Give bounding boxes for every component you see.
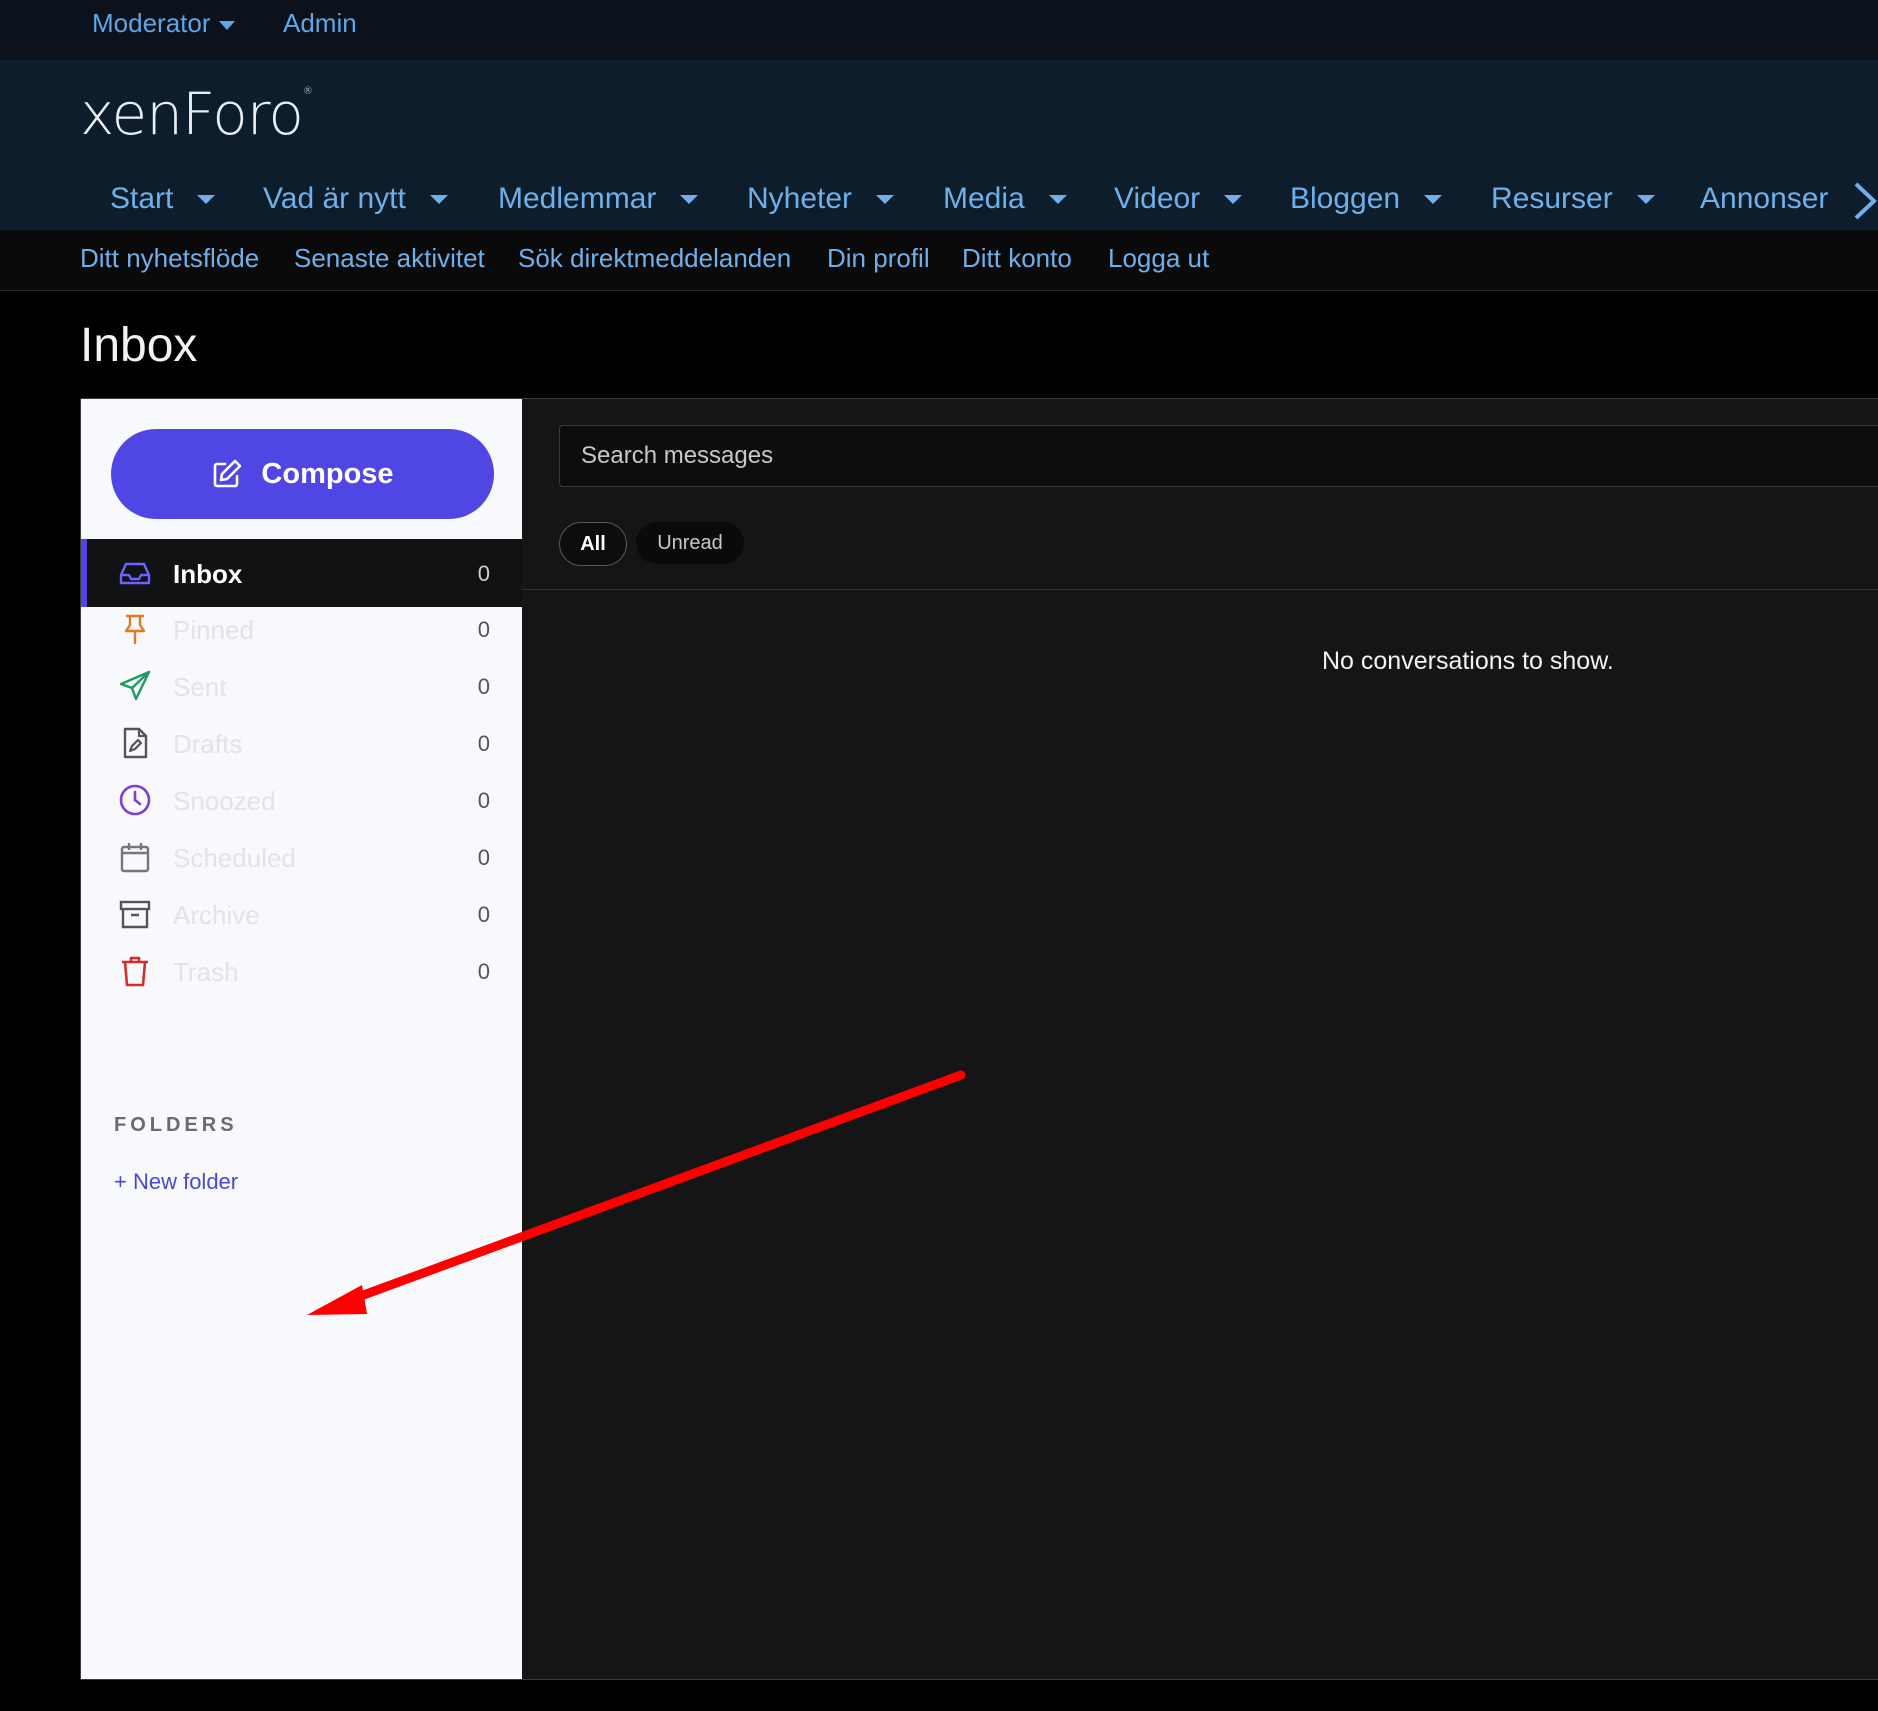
search-input[interactable] — [559, 425, 1878, 487]
main-nav: Start Vad är nytt Medlemmar Nyheter Medi… — [0, 168, 1878, 230]
chevron-down-icon[interactable] — [1224, 194, 1243, 204]
nav-tab-news[interactable]: Nyheter — [747, 168, 895, 230]
folder-count: 0 — [477, 617, 490, 642]
folder-count: 0 — [477, 561, 490, 586]
draft-icon — [123, 727, 148, 759]
edit-icon — [214, 459, 242, 488]
nav-tab-label: Vad är nytt — [263, 182, 406, 215]
conversation-list: All Unread No conversations to show. — [522, 399, 1878, 1679]
folder-count: 0 — [477, 845, 490, 870]
chevron-down-icon[interactable] — [1424, 194, 1443, 204]
moderator-menu[interactable]: Moderator — [92, 8, 235, 39]
nav-tab-resources[interactable]: Resurser — [1491, 168, 1655, 230]
nav-tab-blog[interactable]: Bloggen — [1290, 168, 1443, 230]
chevron-right-icon[interactable] — [1848, 178, 1878, 224]
nav-tab-label: Annonser — [1700, 182, 1829, 215]
folder-item-trash[interactable]: Trash 0 — [81, 937, 522, 1005]
divider — [522, 589, 1878, 590]
empty-state-message: No conversations to show. — [1322, 647, 1614, 675]
nav-tab-members[interactable]: Medlemmar — [498, 168, 699, 230]
admin-label: Admin — [283, 8, 357, 38]
site-logo[interactable]: xenForo® — [80, 80, 313, 148]
site-header: xenForo® Start Vad är nytt Medlemmar Nyh… — [0, 60, 1878, 230]
folder-label: Inbox — [173, 559, 243, 589]
admin-link[interactable]: Admin — [283, 8, 357, 39]
folder-count: 0 — [477, 674, 490, 699]
registered-mark: ® — [302, 86, 313, 97]
compose-button[interactable]: Compose — [111, 429, 494, 519]
folder-label: Trash — [173, 957, 239, 987]
folder-count: 0 — [477, 959, 490, 984]
folder-label: Archive — [173, 900, 260, 930]
nav-tab-label: Resurser — [1491, 182, 1613, 215]
new-folder-link[interactable]: + New folder — [114, 1169, 238, 1195]
folder-count: 0 — [477, 788, 490, 813]
trash-icon — [122, 956, 148, 987]
filter-all-button[interactable]: All — [559, 522, 627, 566]
logo-text: xenForo — [80, 80, 304, 148]
inbox-panel: Compose Inbox 0 Pinned 0 Sent 0 Drafts 0… — [80, 398, 1878, 1680]
subnav-account[interactable]: Ditt konto — [962, 243, 1072, 274]
nav-tab-whats-new[interactable]: Vad är nytt — [263, 168, 448, 230]
sub-nav: Ditt nyhetsflöde Senaste aktivitet Sök d… — [0, 230, 1878, 291]
folders-heading: FOLDERS — [114, 1114, 238, 1136]
folder-label: Pinned — [173, 615, 254, 645]
folder-count: 0 — [477, 902, 490, 927]
folder-label: Sent — [173, 672, 227, 702]
subnav-news-feed[interactable]: Ditt nyhetsflöde — [80, 243, 259, 274]
nav-tab-ads[interactable]: Annonser — [1700, 168, 1828, 230]
staff-bar: Moderator Admin — [0, 0, 1878, 60]
subnav-logout[interactable]: Logga ut — [1108, 243, 1209, 274]
moderator-label: Moderator — [92, 8, 211, 38]
chevron-down-icon[interactable] — [680, 194, 699, 204]
chevron-down-icon — [218, 20, 235, 30]
folder-label: Drafts — [173, 729, 243, 759]
chevron-down-icon[interactable] — [1636, 194, 1655, 204]
folder-sidebar: Compose Inbox 0 Pinned 0 Sent 0 Drafts 0… — [81, 399, 522, 1679]
chevron-down-icon[interactable] — [1048, 194, 1067, 204]
chevron-down-icon[interactable] — [197, 194, 216, 204]
filter-unread-button[interactable]: Unread — [636, 522, 744, 564]
folder-label: Scheduled — [173, 843, 296, 873]
folder-label: Snoozed — [173, 786, 276, 816]
subnav-profile[interactable]: Din profil — [827, 243, 930, 274]
calendar-icon — [120, 843, 150, 873]
inbox-icon — [119, 562, 151, 585]
subnav-search-messages[interactable]: Sök direktmeddelanden — [518, 243, 791, 274]
nav-tab-media[interactable]: Media — [943, 168, 1067, 230]
chevron-down-icon[interactable] — [876, 194, 895, 204]
nav-tab-label: Nyheter — [747, 182, 853, 215]
nav-tab-label: Bloggen — [1290, 182, 1401, 215]
archive-icon — [119, 900, 151, 929]
page-title: Inbox — [80, 319, 198, 372]
nav-tab-start[interactable]: Start — [110, 168, 216, 230]
nav-tab-label: Start — [110, 182, 174, 215]
nav-tab-label: Medlemmar — [498, 182, 657, 215]
pin-icon — [124, 614, 146, 645]
folder-count: 0 — [477, 731, 490, 756]
subnav-latest-activity[interactable]: Senaste aktivitet — [294, 243, 485, 274]
compose-label: Compose — [261, 457, 394, 490]
nav-tab-label: Videor — [1114, 182, 1201, 215]
nav-tab-label: Media — [943, 182, 1025, 215]
clock-icon — [119, 784, 151, 816]
chevron-down-icon[interactable] — [429, 194, 448, 204]
nav-tab-videos[interactable]: Videor — [1114, 168, 1243, 230]
paper-plane-icon — [119, 670, 151, 701]
